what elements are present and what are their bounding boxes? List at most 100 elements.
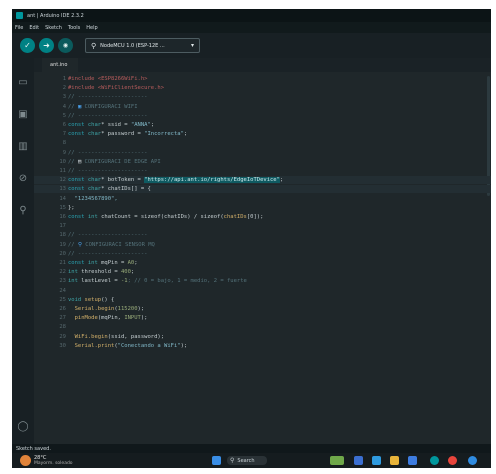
menu-help[interactable]: Help [86, 25, 97, 31]
code-line[interactable]: 10// ▤ CONFIGURACI DE EDGE API [34, 158, 491, 166]
code-line[interactable]: 20// --------------------- [34, 250, 491, 258]
code-line[interactable]: 13 const char* chatIDs[] = { [34, 185, 491, 194]
code-line[interactable]: 14 "1234567890", [34, 195, 491, 203]
code-line[interactable]: 4// ▣ CONFIGURACI WIFI [34, 103, 491, 111]
code-token: "Incorrecta" [144, 131, 184, 138]
code-text: const char* botToken = "https://api.ant.… [68, 176, 283, 184]
tab-sketch[interactable]: ant.ino [42, 58, 78, 72]
code-token: char [87, 122, 102, 128]
code-line[interactable]: 1 #include <ESP8266WiFi.h> [34, 75, 491, 83]
code-line[interactable]: 24 [34, 287, 491, 295]
code-token: }; [68, 204, 75, 211]
code-line[interactable]: 5// --------------------- [34, 112, 491, 120]
browser-icon[interactable] [468, 456, 477, 465]
line-number: 20 [59, 250, 66, 257]
code-line[interactable]: 25 void setup() { [34, 296, 491, 304]
code-line[interactable]: 11// --------------------- [34, 167, 491, 175]
code-line[interactable]: 12 const char* botToken = "https://api.an… [34, 176, 491, 185]
code-line[interactable]: 29 WiFi.begin(ssid, password); [34, 333, 491, 341]
line-number: 3 [62, 94, 66, 101]
code-token: * chatIDs[] = { [101, 186, 151, 193]
code-line[interactable]: 8 [34, 139, 491, 147]
code-token: "1234567890", [68, 195, 118, 202]
sun-icon[interactable] [20, 455, 31, 466]
debug-icon[interactable]: ⊘ [17, 172, 29, 184]
windows-start-icon[interactable] [212, 456, 221, 465]
code-token: const [68, 122, 88, 128]
code-editor[interactable]: 1 #include <ESP8266WiFi.h> 2 #include <WiFi… [34, 72, 491, 444]
menu-tools[interactable]: Tools [68, 25, 80, 31]
code-line[interactable]: 17 [34, 222, 491, 230]
code-token: CONFIGURACI SENSOR MQ [81, 241, 155, 248]
file-explorer-icon[interactable] [390, 456, 399, 465]
arduino-ide-window: ant | Arduino IDE 2.3.2 File Edit Sketch… [12, 9, 491, 468]
code-token: int [87, 214, 98, 220]
menu-sketch[interactable]: Sketch [45, 25, 62, 31]
line-number: 7 [62, 131, 66, 138]
code-line[interactable]: 7 const char* password = "Incorrecta"; [34, 130, 491, 138]
code-line[interactable]: 28 [34, 323, 491, 331]
library-manager-icon[interactable]: ▥ [17, 140, 29, 152]
code-line[interactable]: 16 const int chatCount = sizeof(chatIDs) … [34, 213, 491, 221]
line-number: 26 [59, 306, 66, 312]
edge-browser-icon[interactable] [372, 456, 381, 465]
code-text: #include <WiFiClientSecure.h> [68, 84, 164, 92]
code-token: ); [137, 306, 145, 312]
board-selector[interactable]: ⚲ NodeMCU 1.0 (ESP-12E ... ▾ [85, 38, 200, 53]
taskbar-search[interactable]: ⚲ Search [227, 456, 267, 465]
menu-file[interactable]: File [15, 25, 23, 31]
code-line[interactable]: 9// --------------------- [34, 149, 491, 157]
code-token: Serial.print [68, 342, 115, 349]
code-line[interactable]: 27 pinMode(mqPin, INPUT); [34, 314, 491, 322]
code-token: int [68, 278, 78, 285]
code-token: INPUT [124, 315, 141, 322]
menu-edit[interactable]: Edit [29, 25, 39, 31]
code-token: 400 [120, 269, 131, 276]
code-token: ); [180, 342, 188, 349]
title-bar: ant | Arduino IDE 2.3.2 [12, 9, 491, 22]
arrow-right-icon: ➜ [43, 40, 50, 50]
code-line[interactable]: 19// ⚲ CONFIGURACI SENSOR MQ [34, 241, 491, 249]
sketchbook-icon[interactable]: ▭ [17, 76, 29, 88]
line-number: 9 [62, 149, 66, 156]
landscape-widget-icon[interactable] [330, 456, 344, 465]
account-icon[interactable]: ◯ [17, 420, 29, 432]
code-line[interactable]: 21 const int mqPin = A0; [34, 259, 491, 267]
line-number: 14 [59, 195, 66, 202]
code-line[interactable]: 18// --------------------- [34, 231, 491, 239]
windows-taskbar: 28°C Mayorm. soleado ⚲ Search [12, 453, 491, 468]
code-text: void setup() { [68, 296, 114, 304]
code-text: // ▤ CONFIGURACI DE EDGE API [68, 158, 161, 166]
code-line[interactable]: 23 int lastLevel = -1; // 0 = bajo, 1 = m… [34, 277, 491, 285]
code-text: // ▣ CONFIGURACI WIFI [68, 103, 138, 111]
line-number: 16 [59, 214, 66, 220]
code-line[interactable]: 26 Serial.begin(115200); [34, 305, 491, 313]
arduino-taskbar-icon[interactable] [430, 456, 439, 465]
boards-manager-icon[interactable]: ▣ [17, 108, 29, 120]
search-icon[interactable]: ⚲ [17, 204, 29, 216]
chrome-icon[interactable] [448, 456, 457, 465]
debug-button[interactable]: ◉ [58, 38, 73, 53]
code-line[interactable]: 15}; [34, 204, 491, 212]
code-token: // --------------------- [68, 149, 148, 156]
code-text: // --------------------- [68, 112, 147, 120]
store-icon[interactable] [408, 456, 417, 465]
line-number: 12 [59, 177, 66, 184]
editor-tabs: ant.ino [34, 58, 491, 72]
check-icon: ✓ [24, 40, 31, 50]
upload-button[interactable]: ➜ [39, 38, 54, 53]
code-text: int lastLevel = -1; // 0 = bajo, 1 = med… [68, 277, 247, 285]
task-view-icon[interactable] [354, 456, 363, 465]
code-token: "https://api.ant.io/rights/EdgeIoTDevice… [144, 177, 280, 184]
code-line[interactable]: 22 int threshold = 400; [34, 268, 491, 276]
code-token: "Conectando a WiFi" [117, 342, 181, 349]
line-number: 6 [62, 122, 66, 128]
code-line[interactable]: 30 Serial.print("Conectando a WiFi"); [34, 342, 491, 350]
verify-button[interactable]: ✓ [20, 38, 35, 53]
code-line[interactable]: 2 #include <WiFiClientSecure.h> [34, 84, 491, 92]
code-line[interactable]: 6 const char* ssid = "ANNA"; [34, 121, 491, 129]
line-number: 10 [59, 158, 66, 165]
window-title: ant | Arduino IDE 2.3.2 [27, 12, 84, 19]
line-number: 15 [59, 204, 66, 211]
code-line[interactable]: 3// --------------------- [34, 93, 491, 101]
